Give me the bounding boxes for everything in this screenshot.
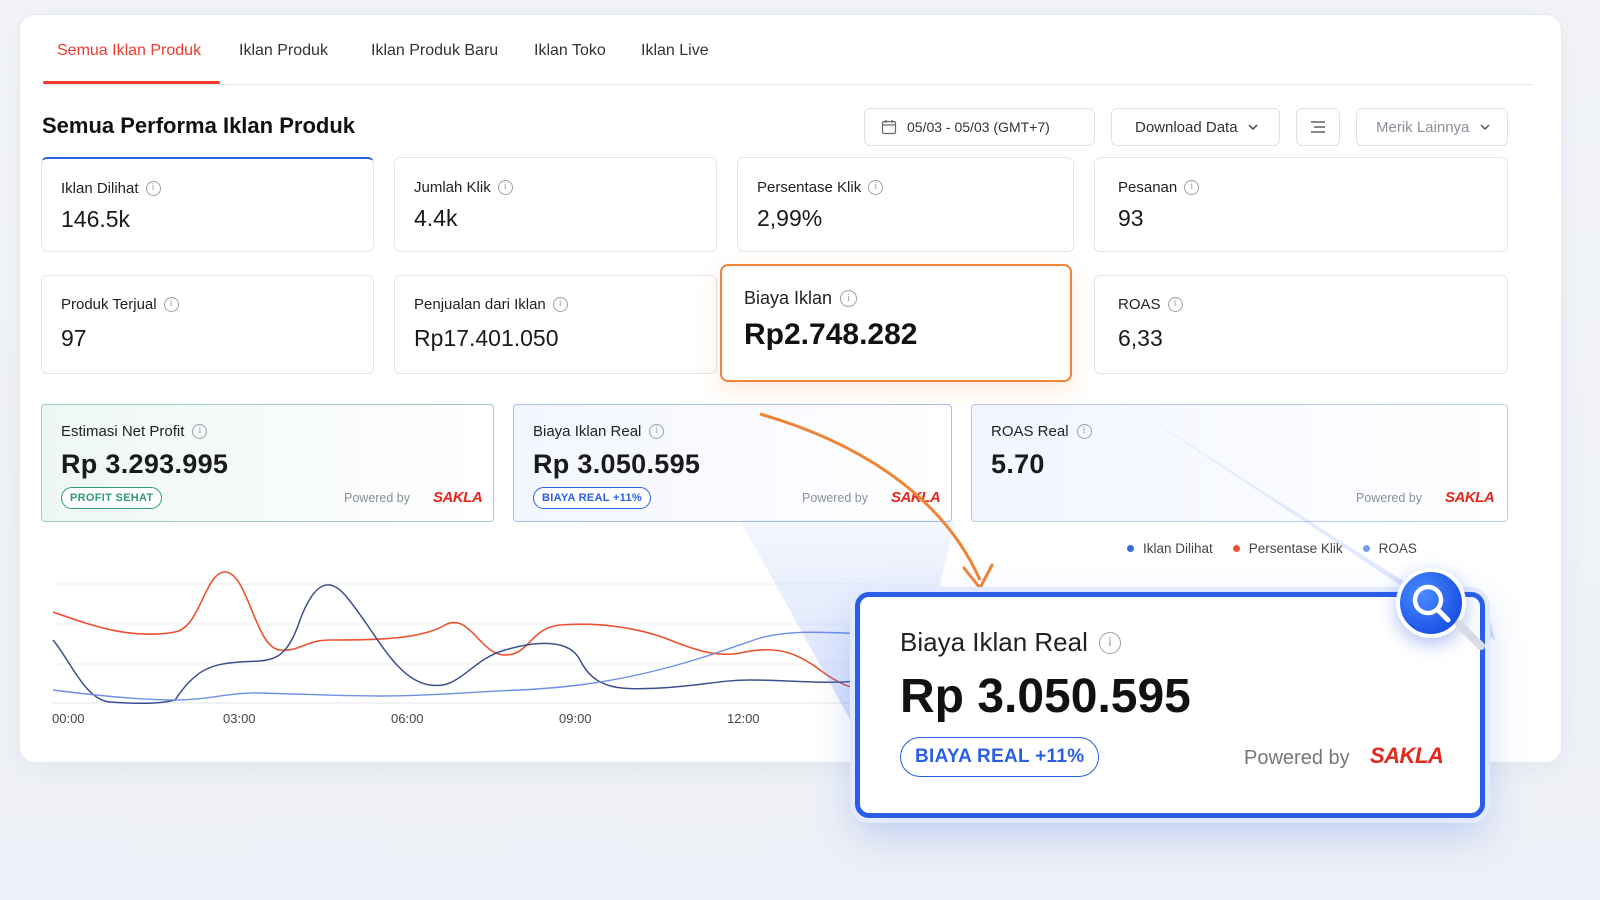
highlight-card-biaya-iklan[interactable]: Biaya Iklan i Rp2.748.282: [720, 264, 1072, 382]
highlight-value: Rp2.748.282: [744, 318, 918, 351]
x-axis-tick: 12:00: [727, 711, 760, 726]
highlight-label: Biaya Iklan: [744, 288, 833, 308]
real-cost-badge: BIAYA REAL +11%: [900, 737, 1100, 777]
magnifier-handle: [1455, 620, 1485, 650]
chart-gridlines: [53, 583, 870, 704]
search-icon: [1412, 584, 1451, 623]
zoom-label: Biaya Iklan Real: [900, 627, 1088, 657]
powered-by-text: Powered by: [1244, 747, 1350, 769]
x-axis-tick: 00:00: [52, 711, 85, 726]
series-line-roas: [52, 631, 869, 701]
sakla-logo: SAKLA: [1370, 743, 1444, 768]
x-axis-tick: 09:00: [559, 711, 592, 726]
series-line-persentase-klik: [52, 571, 869, 691]
zoomed-card-biaya-iklan-real[interactable]: Biaya Iklan Real i Rp 3.050.595 BIAYA REA…: [855, 592, 1485, 818]
x-axis-tick: 06:00: [391, 711, 424, 726]
x-axis-tick: 03:00: [223, 711, 256, 726]
series-line-iklan-dilihat: [52, 584, 869, 705]
zoom-value: Rp 3.050.595: [900, 670, 1191, 723]
info-icon[interactable]: i: [1098, 631, 1121, 654]
info-icon[interactable]: i: [840, 290, 858, 307]
